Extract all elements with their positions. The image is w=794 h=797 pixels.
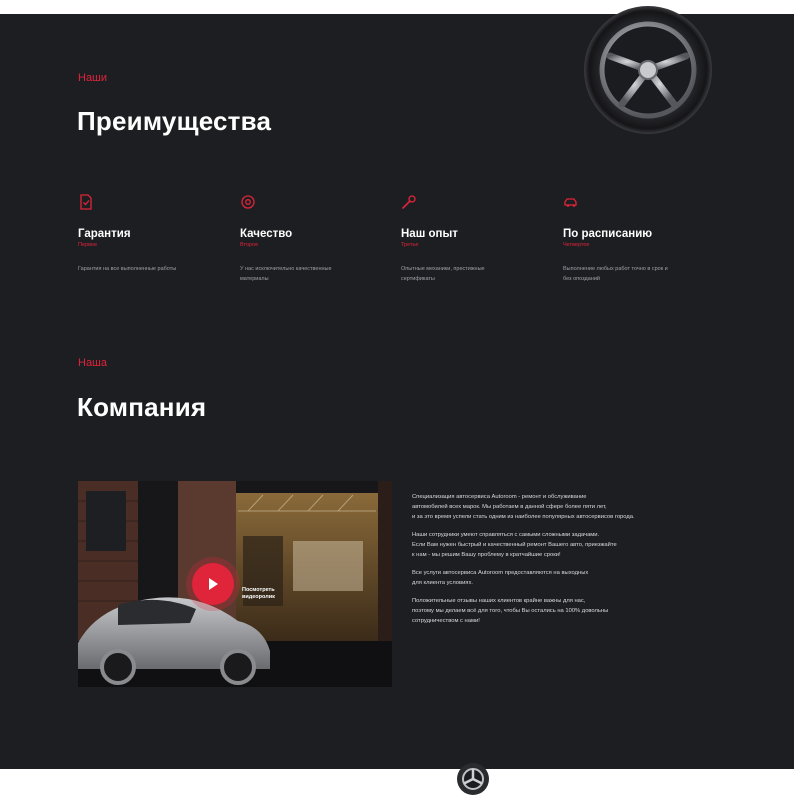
company-eyebrow: Наша (78, 357, 108, 369)
advantage-description: Выполнение любых работ точно в срок и бе… (563, 266, 668, 282)
page-background: Наши Преимущества Гарантия Первое Гарант… (0, 6, 794, 795)
video-link-label[interactable]: Посмотреть видеоролик (242, 587, 302, 601)
target-gear-icon (241, 195, 255, 209)
company-title: Компания (77, 392, 207, 422)
garage-scene (78, 481, 392, 687)
advantage-description: У нас исключительно качественные материа… (240, 266, 332, 282)
document-check-icon (80, 194, 92, 210)
company-paragraph: Специализация автосервиса Autoroom - рем… (412, 494, 635, 520)
company-paragraph: Наши сотрудники умеют справляться с самы… (412, 532, 617, 558)
play-video-button[interactable] (192, 563, 234, 605)
wheel-decoration (584, 6, 712, 134)
advantages-eyebrow: Наши (78, 72, 108, 84)
advantage-subtitle: Третье (401, 242, 419, 248)
advantage-item-quality: Качество Второе У нас исключительно каче… (240, 194, 390, 284)
car-clock-icon (564, 198, 577, 207)
advantage-title: Качество (240, 228, 293, 240)
advantage-item-schedule: По расписанию Четвертое Выполнение любых… (563, 194, 713, 284)
advantage-description: Гарантия на все выполненные работы (78, 266, 177, 272)
company-paragraph: Положительные отзывы наших клиентов край… (412, 598, 609, 624)
advantage-description: Опытные механики, престижные сертификаты (401, 266, 485, 282)
company-description: Специализация автосервиса Autoroom - рем… (412, 492, 712, 634)
advantages-title: Преимущества (77, 106, 272, 136)
advantage-item-experience: Наш опыт Третье Опытные механики, прести… (401, 194, 551, 284)
advantage-subtitle: Четвертое (563, 242, 590, 248)
advantage-title: По расписанию (563, 228, 653, 240)
play-icon (209, 578, 218, 590)
wrench-icon (402, 195, 416, 209)
advantage-subtitle: Первое (78, 242, 98, 248)
garage-photo: Посмотреть видеоролик (78, 481, 392, 687)
advantage-title: Наш опыт (401, 228, 458, 240)
advantage-item-guarantee: Гарантия Первое Гарантия на все выполнен… (78, 194, 228, 274)
advantage-title: Гарантия (78, 228, 131, 240)
company-paragraph: Все услуги автосервиса Autoroom предоста… (412, 570, 589, 586)
wheel-decoration-small (457, 763, 489, 795)
advantage-subtitle: Второе (240, 242, 259, 248)
